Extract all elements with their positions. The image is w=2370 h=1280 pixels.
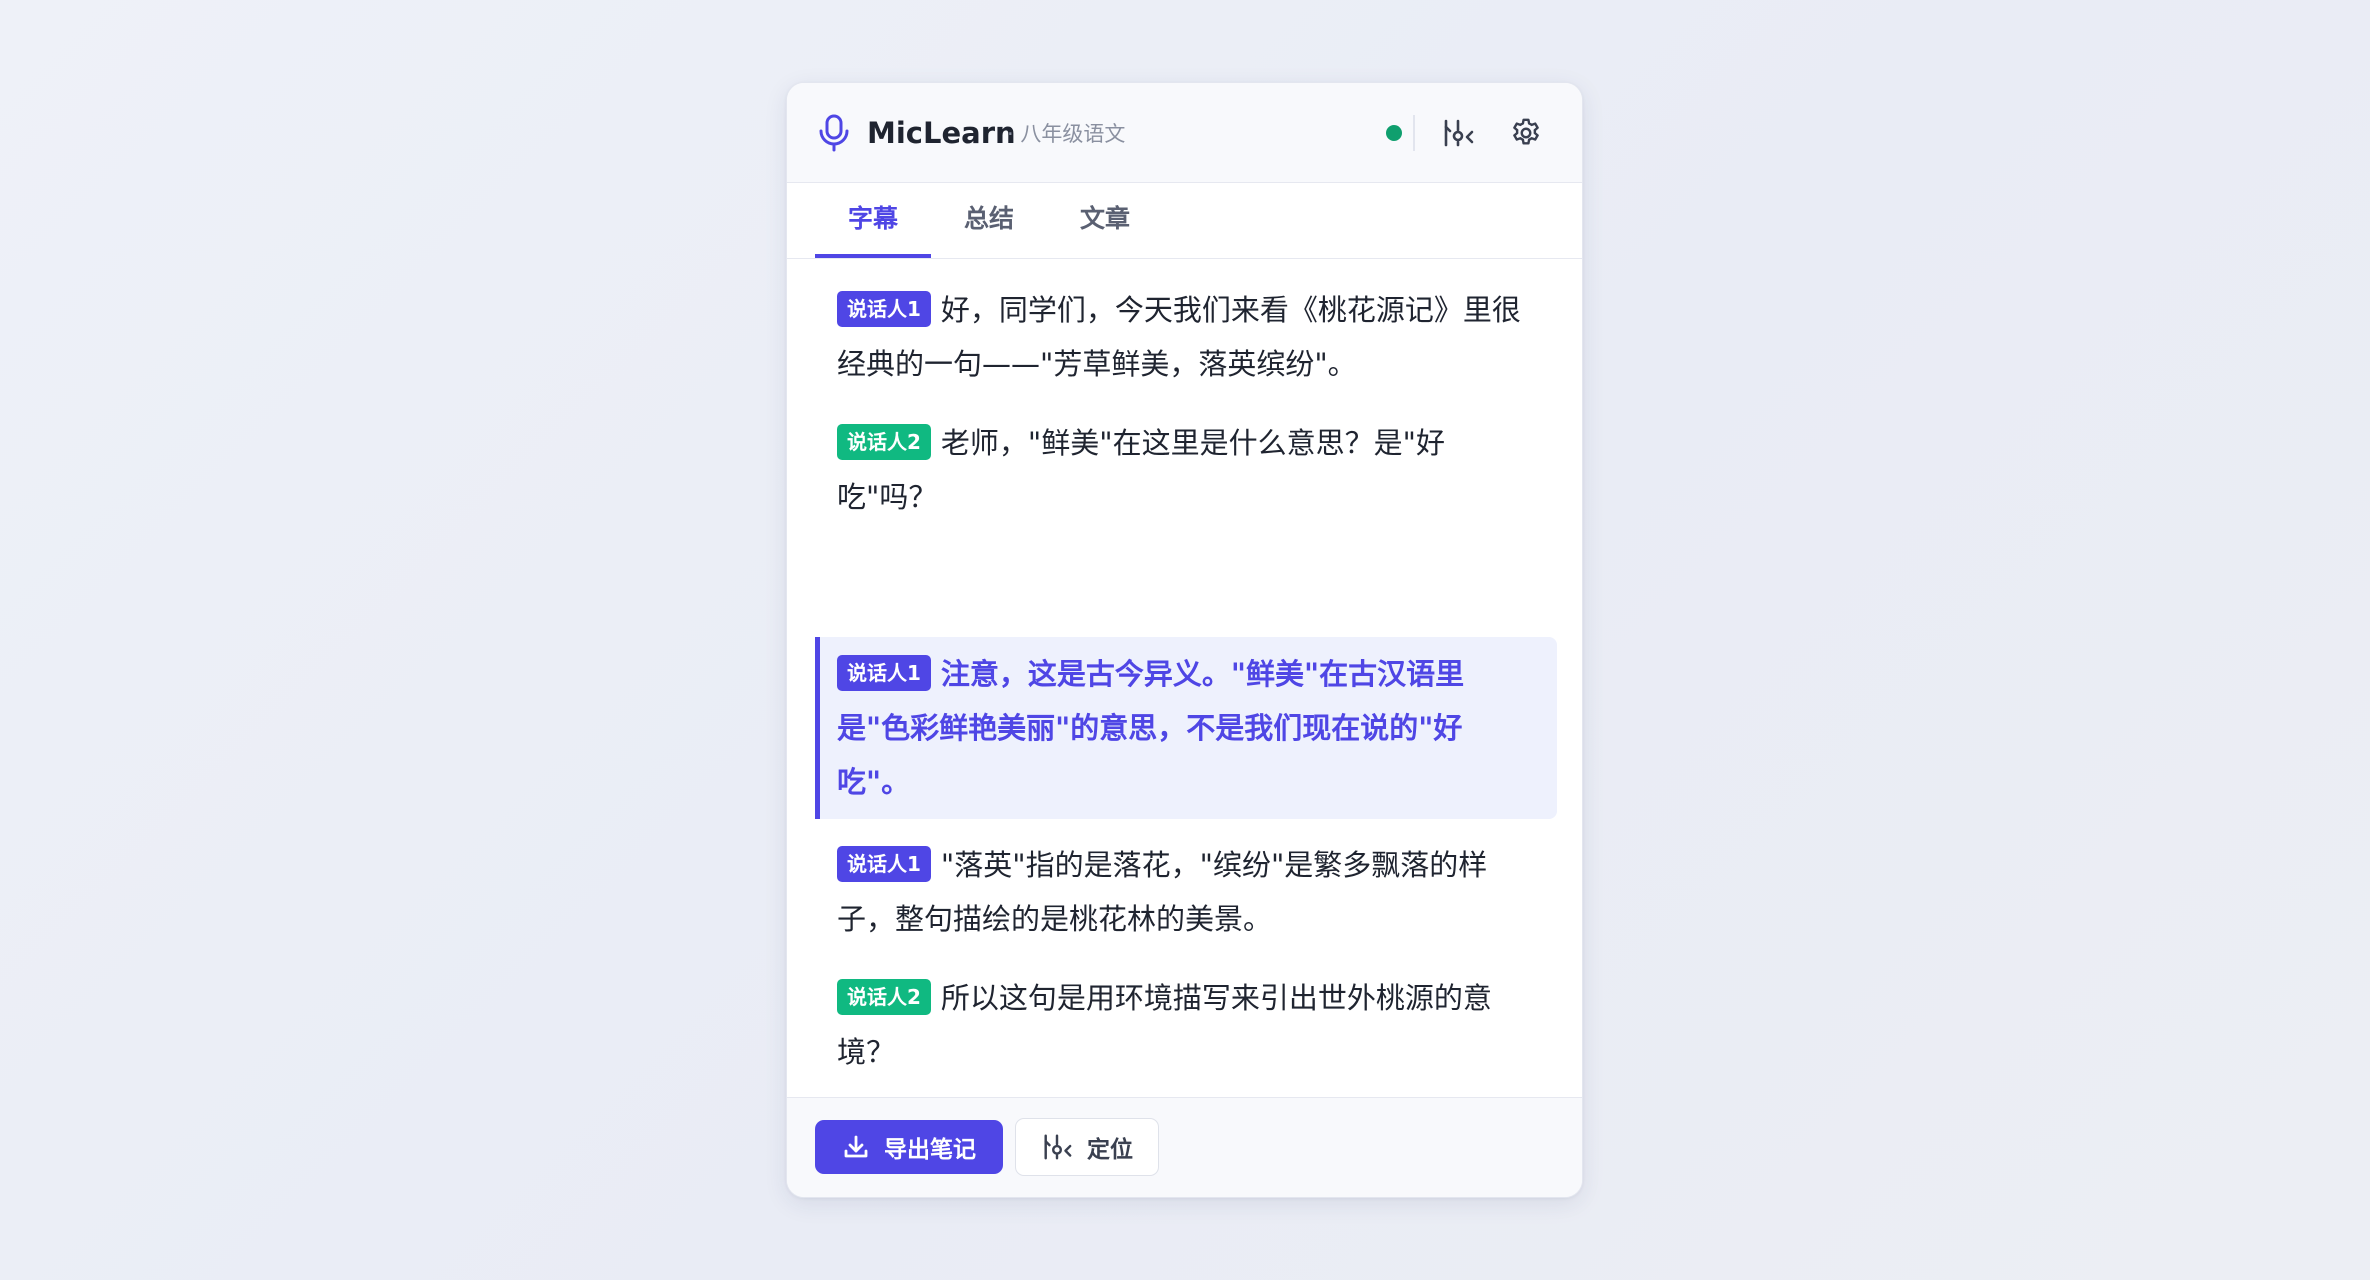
mic-icon [819,114,849,152]
miclearn-panel: MicLearn · 八年级语文 字幕 总结 文章 说话人1 好，同学们，今天我… [786,82,1583,1198]
tab-subtitles[interactable]: 字幕 [815,183,931,258]
download-icon [844,1135,868,1158]
tab-bar: 字幕 总结 文章 [787,183,1582,259]
locate-button[interactable] [1436,111,1480,155]
connection-status-dot [1386,125,1402,141]
settings-button[interactable] [1504,111,1548,155]
locate-icon [1444,119,1474,147]
header-divider [1413,115,1415,151]
locate-footer-button[interactable]: 定位 [1015,1118,1159,1176]
app-title: MicLearn [867,116,1016,150]
speaker-badge: 说话人2 [837,979,931,1015]
export-notes-label: 导出笔记 [884,1137,976,1163]
transcript-entry[interactable]: 说话人1 "落英"指的是落花，"缤纷"是繁多飘落的样子，整句描绘的是桃花林的美景。 [815,838,1557,946]
locate-label: 定位 [1087,1137,1133,1163]
speaker-badge: 说话人2 [837,424,931,460]
transcript-entry[interactable]: 说话人2 老师，"鲜美"在这里是什么意思？是"好吃"吗？ [815,416,1557,524]
transcript-list[interactable]: 说话人1 好，同学们，今天我们来看《桃花源记》里很经典的一句——"芳草鲜美，落英缤… [787,260,1582,1181]
transcript-entry[interactable]: 说话人2 所以这句是用环境描写来引出世外桃源的意境？ [815,971,1557,1079]
panel-footer: 导出笔记 定位 [787,1097,1582,1197]
transcript-text: 所以这句是用环境描写来引出世外桃源的意境？ [837,981,1492,1069]
transcript-entry[interactable]: 说话人1 好，同学们，今天我们来看《桃花源记》里很经典的一句——"芳草鲜美，落英缤… [815,283,1557,391]
tab-article[interactable]: 文章 [1047,183,1163,258]
locate-icon [1044,1134,1072,1160]
speaker-badge: 说话人1 [837,655,931,691]
app-subtitle: · 八年级语文 [1007,122,1126,146]
transcript-entry-current[interactable]: 说话人1 注意，这是古今异义。"鲜美"在古汉语里是"色彩鲜艳美丽"的意思，不是我们… [815,637,1557,819]
gear-icon [1513,118,1539,145]
speaker-badge: 说话人1 [837,291,931,327]
transcript-text: 好，同学们，今天我们来看《桃花源记》里很经典的一句——"芳草鲜美，落英缤纷"。 [837,293,1521,381]
export-notes-button[interactable]: 导出笔记 [815,1120,1003,1174]
transcript-text: 注意，这是古今异义。"鲜美"在古汉语里是"色彩鲜艳美丽"的意思，不是我们现在说的… [837,657,1465,799]
panel-header: MicLearn · 八年级语文 [787,83,1582,183]
speaker-badge: 说话人1 [837,846,931,882]
transcript-text: "落英"指的是落花，"缤纷"是繁多飘落的样子，整句描绘的是桃花林的美景。 [837,848,1488,936]
tab-summary[interactable]: 总结 [931,183,1047,258]
